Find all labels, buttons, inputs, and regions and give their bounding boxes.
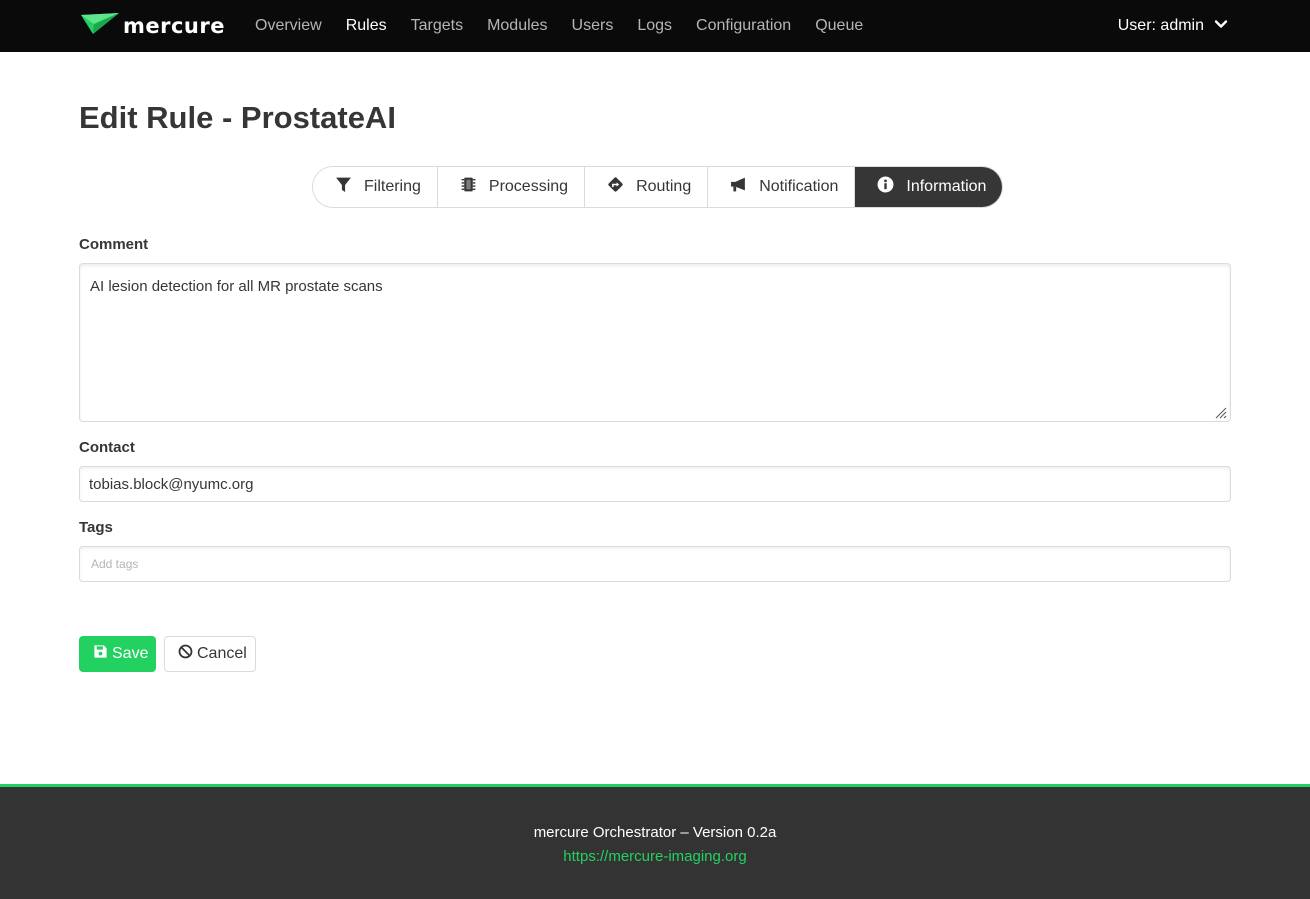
route-sign-icon	[607, 176, 636, 198]
save-label: Save	[112, 645, 149, 662]
nav-item-logs[interactable]: Logs	[625, 0, 684, 52]
tab-information[interactable]: Information	[855, 167, 1003, 207]
ban-icon	[178, 644, 197, 664]
tags-input[interactable]: Add tags	[79, 546, 1231, 582]
chevron-down-icon	[1204, 17, 1228, 36]
tab-routing[interactable]: Routing	[585, 167, 709, 207]
page-title: Edit Rule - ProstateAI	[79, 100, 396, 135]
footer-website-link[interactable]: https://mercure-imaging.org	[0, 848, 1310, 865]
comment-text: AI lesion detection for all MR prostate …	[90, 278, 383, 295]
filter-icon	[335, 176, 364, 198]
tab-label: Processing	[488, 178, 569, 195]
megaphone-icon	[730, 176, 759, 198]
tab-label: Notification	[759, 178, 839, 195]
comment-label: Comment	[79, 236, 149, 253]
nav-item-queue[interactable]: Queue	[803, 0, 875, 52]
footer-version: mercure Orchestrator – Version 0.2a	[533, 824, 777, 841]
cancel-button[interactable]: Cancel	[164, 636, 256, 672]
tab-label: Information	[906, 178, 987, 195]
tab-label: Filtering	[364, 178, 421, 195]
top-navbar: mercure Overview Rules Targets Modules U…	[0, 0, 1310, 52]
contact-value: tobias.block@nyumc.org	[89, 475, 254, 493]
comment-textarea[interactable]: AI lesion detection for all MR prostate …	[79, 263, 1231, 422]
tab-processing[interactable]: Processing	[437, 167, 586, 207]
nav-item-overview[interactable]: Overview	[243, 0, 334, 52]
nav-item-users[interactable]: Users	[560, 0, 626, 52]
tab-filtering[interactable]: Filtering	[313, 167, 438, 207]
nav-item-modules[interactable]: Modules	[475, 0, 559, 52]
nav-item-rules[interactable]: Rules	[334, 0, 399, 52]
tab-label: Routing	[636, 178, 692, 195]
paper-plane-icon	[80, 12, 120, 40]
tags-placeholder: Add tags	[91, 557, 139, 571]
brand-logo[interactable]: mercure	[80, 13, 225, 39]
contact-field[interactable]: tobias.block@nyumc.org	[79, 466, 1231, 502]
cancel-label: Cancel	[197, 645, 247, 662]
tab-notification[interactable]: Notification	[708, 167, 856, 207]
user-menu-label: User: admin	[1117, 17, 1204, 34]
tags-label: Tags	[79, 519, 113, 536]
rule-tabs: Filtering Processing Routing Notificatio…	[312, 166, 1004, 208]
chip-icon	[460, 176, 489, 198]
nav-item-targets[interactable]: Targets	[399, 0, 475, 52]
info-circle-icon	[877, 176, 906, 198]
page-footer: mercure Orchestrator – Version 0.2a http…	[0, 784, 1310, 899]
brand-name: mercure	[123, 14, 225, 38]
save-button[interactable]: Save	[79, 636, 156, 672]
nav-item-configuration[interactable]: Configuration	[684, 0, 803, 52]
resize-handle-icon[interactable]	[1215, 406, 1227, 419]
floppy-disk-icon	[93, 644, 112, 664]
main-nav: Overview Rules Targets Modules Users Log…	[243, 0, 875, 52]
user-menu[interactable]: User: admin	[1118, 0, 1228, 52]
contact-label: Contact	[79, 439, 135, 456]
